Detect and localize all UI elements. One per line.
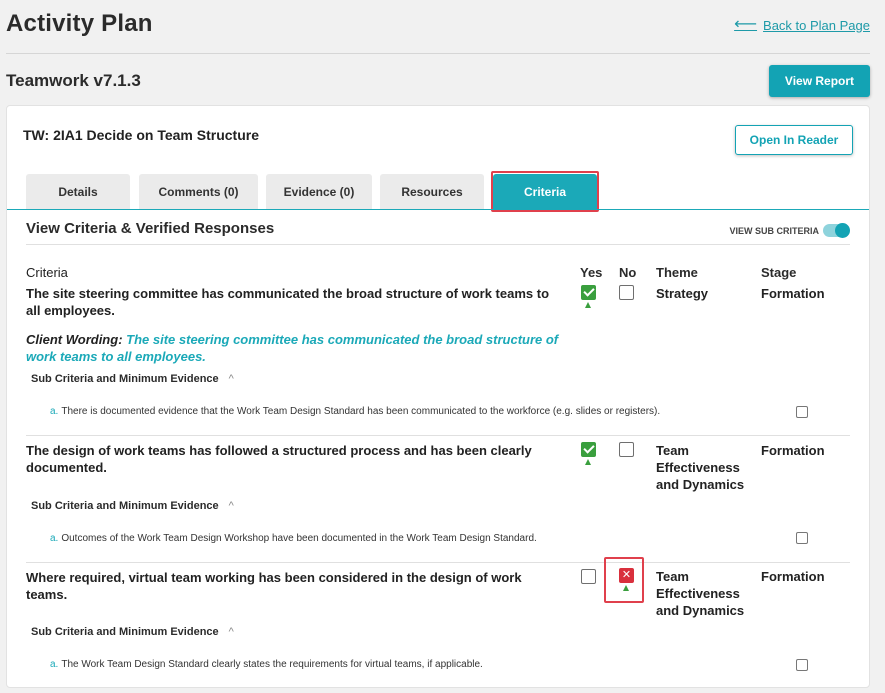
tabs-divider: [7, 209, 869, 210]
client-wording: Client Wording: The site steering commit…: [26, 331, 566, 365]
sub-criteria-toggle-label: VIEW SUB CRITERIA: [729, 226, 819, 236]
column-criteria: Criteria: [26, 265, 68, 280]
no-checkbox[interactable]: ✕: [619, 568, 634, 583]
row-divider: [26, 435, 850, 436]
sub-item-text: The Work Team Design Standard clearly st…: [61, 659, 483, 670]
sub-item-text: There is documented evidence that the Wo…: [61, 406, 661, 417]
back-link-label[interactable]: Back to Plan Page: [763, 18, 870, 33]
criterion-stage: Formation: [761, 286, 825, 301]
sub-criteria-heading: Sub Criteria and Minimum Evidence ^: [31, 373, 234, 385]
tab-resources[interactable]: Resources: [380, 174, 484, 210]
yes-checkbox[interactable]: [581, 442, 596, 457]
column-stage: Stage: [761, 265, 797, 280]
chevron-up-icon[interactable]: ^: [229, 373, 234, 385]
sub-criteria-item: a. The Work Team Design Standard clearly …: [50, 659, 483, 670]
chevron-up-icon[interactable]: ^: [229, 500, 234, 512]
sub-criteria-checkbox[interactable]: [796, 406, 808, 418]
sub-criteria-toggle[interactable]: [823, 223, 850, 238]
section-title: View Criteria & Verified Responses: [26, 220, 275, 237]
sub-criteria-heading-label: Sub Criteria and Minimum Evidence: [31, 373, 219, 385]
arrow-left-icon: ⟵: [734, 16, 758, 33]
criterion-text: Where required, virtual team working has…: [26, 570, 522, 602]
verified-indicator-icon: [623, 585, 629, 591]
chevron-up-icon[interactable]: ^: [229, 626, 234, 638]
no-checkbox[interactable]: [619, 442, 634, 457]
client-wording-label: Client Wording:: [26, 332, 123, 347]
column-theme: Theme: [656, 265, 698, 280]
criterion-theme: Team Effectiveness and Dynamics: [656, 569, 745, 618]
sub-item-letter: a.: [50, 533, 59, 544]
view-report-button[interactable]: View Report: [769, 65, 870, 97]
toggle-knob: [835, 223, 850, 238]
sub-criteria-heading-label: Sub Criteria and Minimum Evidence: [31, 500, 219, 512]
row-divider: [26, 562, 850, 563]
tab-comments[interactable]: Comments (0): [139, 174, 258, 210]
sub-item-letter: a.: [50, 659, 59, 670]
criterion-text: The design of work teams has followed a …: [26, 443, 532, 475]
verified-indicator-icon: [585, 302, 591, 308]
sub-criteria-heading: Sub Criteria and Minimum Evidence ^: [31, 500, 234, 512]
back-to-plan-link[interactable]: ⟵ Back to Plan Page: [734, 17, 870, 33]
sub-criteria-item: a. Outcomes of the Work Team Design Works…: [50, 533, 537, 544]
column-no: No: [619, 265, 637, 280]
sub-item-text: Outcomes of the Work Team Design Worksho…: [61, 533, 537, 544]
activity-card: TW: 2IA1 Decide on Team Structure Open I…: [6, 105, 870, 688]
tab-evidence[interactable]: Evidence (0): [266, 174, 372, 210]
criterion-stage: Formation: [761, 443, 825, 458]
page-title: Activity Plan: [6, 10, 153, 37]
sub-item-letter: a.: [50, 406, 59, 417]
section-divider: [26, 244, 850, 245]
column-yes: Yes: [580, 265, 603, 280]
tab-details[interactable]: Details: [26, 174, 130, 210]
sub-criteria-heading: Sub Criteria and Minimum Evidence ^: [31, 626, 234, 638]
title-divider: [6, 53, 870, 54]
sub-criteria-checkbox[interactable]: [796, 532, 808, 544]
sub-criteria-item: a. There is documented evidence that the …: [50, 406, 660, 417]
sub-criteria-checkbox[interactable]: [796, 659, 808, 671]
yes-checkbox[interactable]: [581, 285, 596, 300]
plan-name: Teamwork v7.1.3: [6, 71, 141, 90]
tab-criteria[interactable]: Criteria: [493, 174, 597, 210]
criterion-text: The site steering committee has communic…: [26, 286, 550, 318]
criterion-theme: Strategy: [656, 286, 709, 301]
verified-indicator-icon: [585, 459, 591, 465]
criterion-theme: Team Effectiveness and Dynamics: [656, 443, 745, 492]
criterion-stage: Formation: [761, 569, 825, 584]
activity-title: TW: 2IA1 Decide on Team Structure: [23, 127, 259, 143]
yes-checkbox[interactable]: [581, 569, 596, 584]
open-in-reader-button[interactable]: Open In Reader: [735, 125, 853, 155]
no-checkbox[interactable]: [619, 285, 634, 300]
sub-criteria-heading-label: Sub Criteria and Minimum Evidence: [31, 626, 219, 638]
